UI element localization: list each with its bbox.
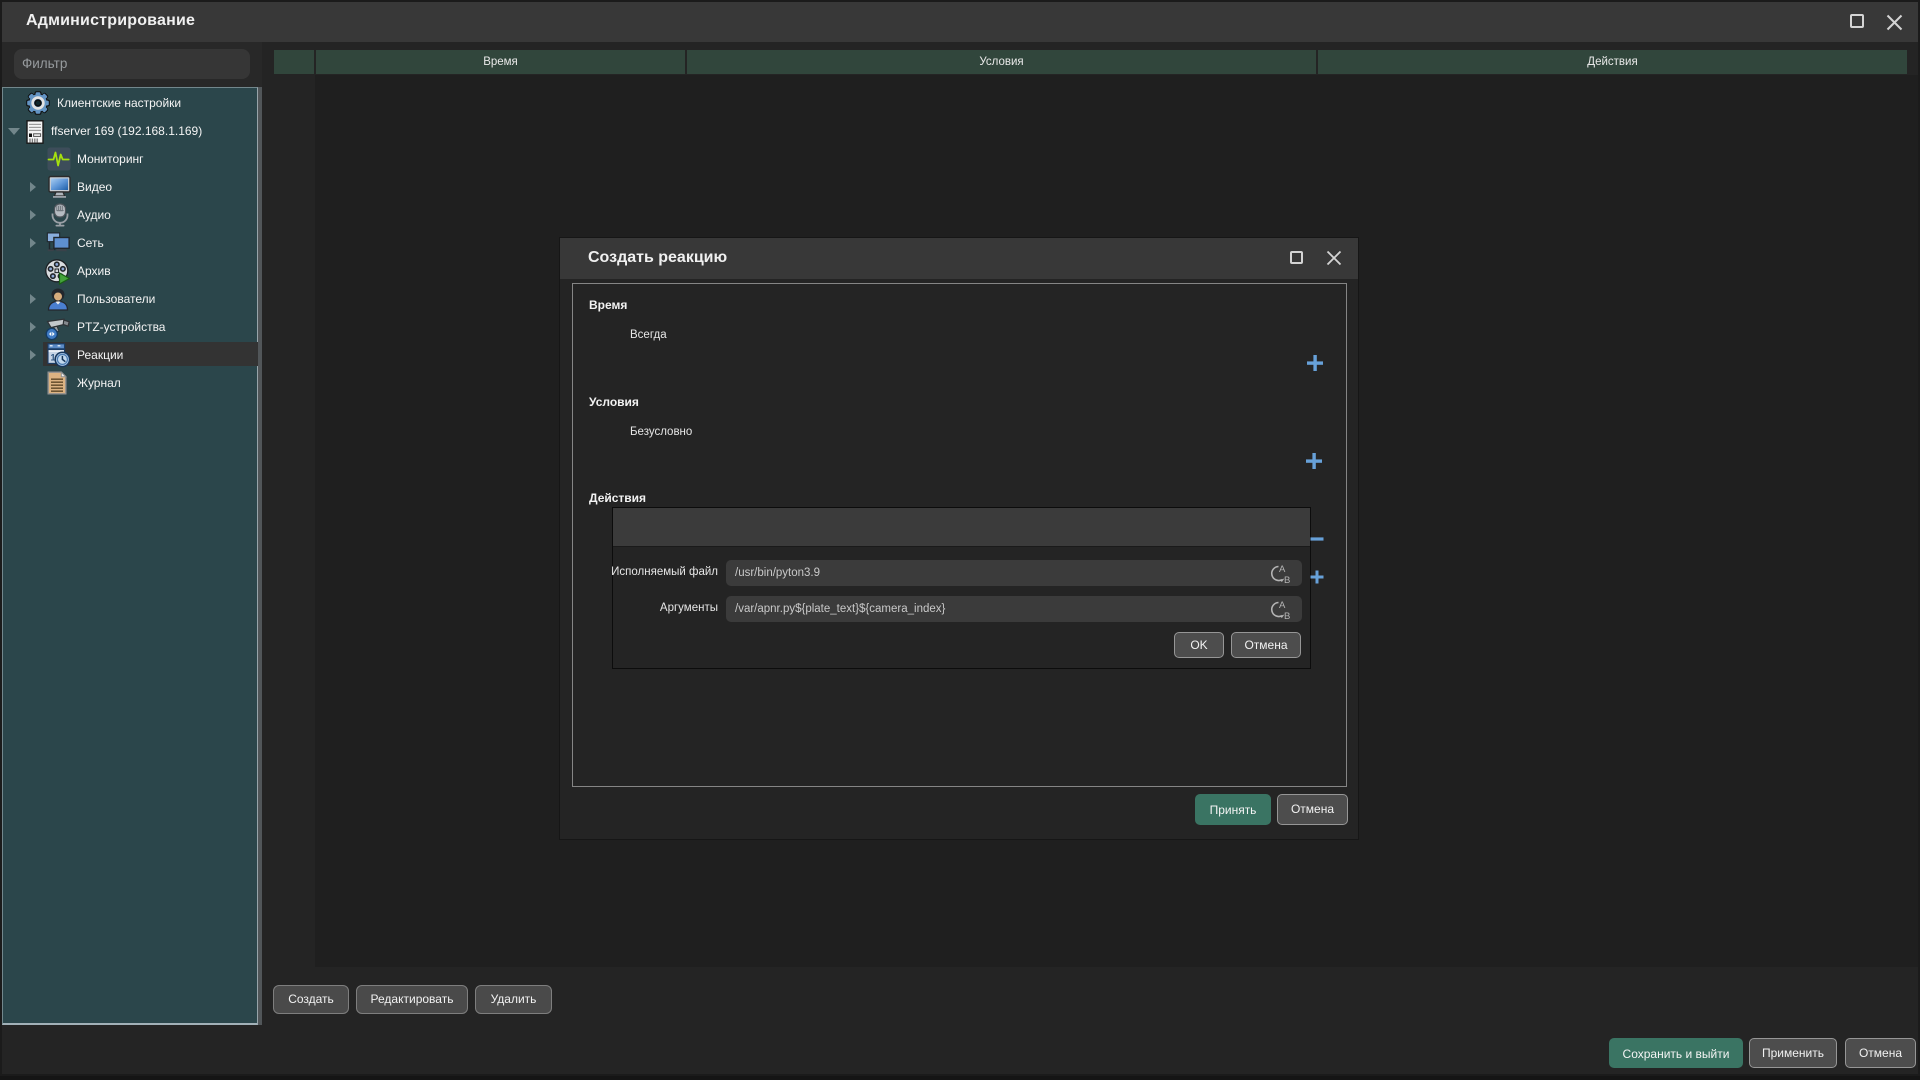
svg-text:B: B <box>1284 575 1290 585</box>
svg-text:A: A <box>1279 600 1286 611</box>
svg-text:A: A <box>1279 564 1286 575</box>
svg-text:B: B <box>1284 611 1290 621</box>
